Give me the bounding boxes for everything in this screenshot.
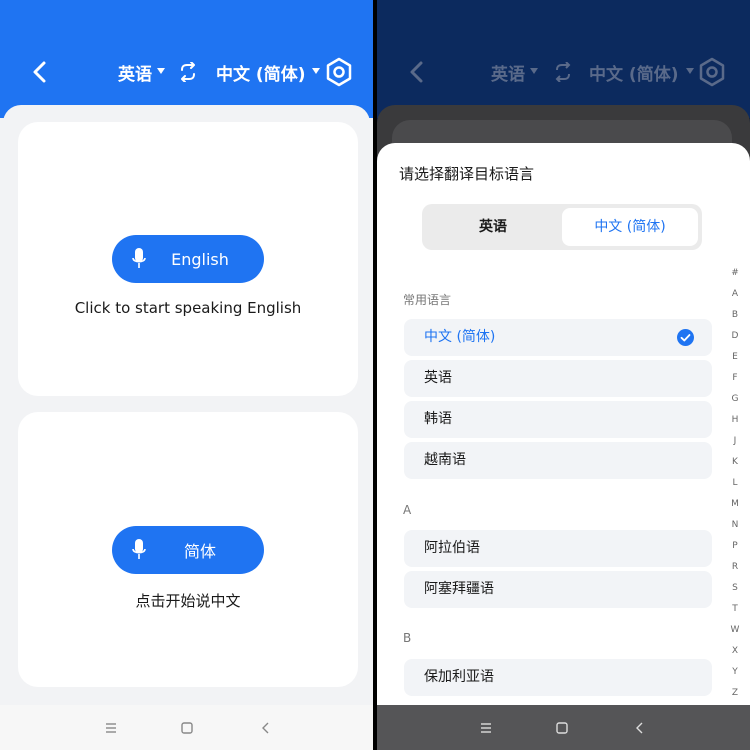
caret-down-icon[interactable] <box>312 68 320 74</box>
alphabet-index-letter[interactable]: N <box>728 515 742 536</box>
caret-down-icon[interactable] <box>157 68 165 74</box>
menu-icon[interactable] <box>102 719 120 737</box>
language-item-korean[interactable]: 韩语 <box>404 401 712 438</box>
target-language-selector[interactable]: 中文 (简体) <box>216 60 305 85</box>
alphabet-index-letter[interactable]: P <box>728 536 742 557</box>
language-item-arabic[interactable]: 阿拉伯语 <box>404 530 712 567</box>
segment-option-english[interactable]: 英语 <box>426 208 560 246</box>
alphabet-index-letter[interactable]: D <box>728 326 742 347</box>
language-item-vietnamese[interactable]: 越南语 <box>404 442 712 479</box>
chinese-input-card: 简体 点击开始说中文 <box>18 412 358 687</box>
source-language-selector[interactable]: 英语 <box>118 60 152 85</box>
menu-icon[interactable] <box>477 719 495 737</box>
section-label-common: 常用语言 <box>403 293 452 307</box>
alphabet-index-letter[interactable]: L <box>728 473 742 494</box>
language-item-label: 保加利亚语 <box>424 669 494 685</box>
source-language-selector: 英语 <box>491 65 525 85</box>
alphabet-index-letter[interactable]: M <box>728 494 742 515</box>
dimmed-header: 英语 中文 (简体) <box>377 0 750 118</box>
header: 英语 中文 (简体) <box>0 0 373 118</box>
back-icon[interactable] <box>631 719 649 737</box>
system-navbar <box>377 705 750 750</box>
language-item-label: 中文 (简体) <box>424 329 496 345</box>
language-picker-screen: 英语 中文 (简体) 请选择翻译目标语言 英语 中文 (简体) 常用语言 中文 … <box>377 0 750 750</box>
caret-down-icon <box>530 68 538 74</box>
language-item-english[interactable]: 英语 <box>404 360 712 397</box>
language-item-azerbaijani[interactable]: 阿塞拜疆语 <box>404 571 712 608</box>
alphabet-index-letter[interactable]: E <box>728 347 742 368</box>
translator-screen: 英语 中文 (简体) English Click to start speaki… <box>0 0 373 750</box>
alphabet-index-letter[interactable]: H <box>728 410 742 431</box>
language-picker-sheet: 请选择翻译目标语言 英语 中文 (简体) 常用语言 中文 (简体) 英语 韩语 … <box>377 143 750 705</box>
segment-option-chinese[interactable]: 中文 (简体) <box>562 208 698 246</box>
chinese-hint: 点击开始说中文 <box>135 592 241 610</box>
alphabet-index-letter[interactable]: R <box>728 557 742 578</box>
language-segment-control: 英语 中文 (简体) <box>422 204 702 250</box>
language-item-chinese-simplified[interactable]: 中文 (简体) <box>404 319 712 356</box>
settings-icon <box>699 57 725 87</box>
speak-chinese-label: 简体 <box>183 542 216 561</box>
swap-icon <box>555 62 571 82</box>
alphabet-index-letter[interactable]: G <box>728 389 742 410</box>
alphabet-index-letter[interactable]: T <box>728 599 742 620</box>
sheet-title: 请选择翻译目标语言 <box>399 165 535 183</box>
section-label-b: B <box>403 631 412 645</box>
speak-english-label: English <box>171 249 229 269</box>
alphabet-index-letter[interactable]: F <box>728 368 742 389</box>
speak-chinese-button[interactable]: 简体 <box>112 526 264 574</box>
alphabet-index-letter[interactable]: Y <box>728 662 742 683</box>
language-item-label: 阿拉伯语 <box>424 540 480 556</box>
swap-icon[interactable] <box>177 62 199 82</box>
alphabet-index-letter[interactable]: A <box>728 284 742 305</box>
section-label-a: A <box>403 503 412 517</box>
settings-icon[interactable] <box>324 57 354 87</box>
english-input-card: English Click to start speaking English <box>18 122 358 396</box>
language-item-label: 越南语 <box>424 452 466 468</box>
alphabet-index-letter[interactable]: J <box>728 431 742 452</box>
system-navbar <box>0 705 373 750</box>
alphabet-index-letter[interactable]: K <box>728 452 742 473</box>
alphabet-index-letter[interactable]: B <box>728 305 742 326</box>
check-circle-icon <box>677 329 694 346</box>
alphabet-index-letter[interactable]: X <box>728 641 742 662</box>
home-icon[interactable] <box>178 719 196 737</box>
speak-english-button[interactable]: English <box>112 235 264 283</box>
alphabet-index-letter[interactable]: S <box>728 578 742 599</box>
language-item-label: 阿塞拜疆语 <box>424 581 494 597</box>
language-item-label: 韩语 <box>424 411 452 427</box>
alphabet-index: # A B D E F G H J K L M N P R S T W X Y … <box>728 263 742 704</box>
back-arrow-icon[interactable] <box>26 58 54 86</box>
alphabet-index-letter[interactable]: # <box>728 263 742 284</box>
language-item-label: 英语 <box>424 370 452 386</box>
alphabet-index-letter[interactable]: Z <box>728 683 742 704</box>
english-hint: Click to start speaking English <box>74 299 302 317</box>
caret-down-icon <box>686 68 694 74</box>
home-icon[interactable] <box>553 719 571 737</box>
back-arrow-icon <box>410 61 423 83</box>
language-item-bulgarian[interactable]: 保加利亚语 <box>404 659 712 696</box>
target-language-selector: 中文 (简体) <box>589 65 679 85</box>
back-icon[interactable] <box>257 719 275 737</box>
alphabet-index-letter[interactable]: W <box>728 620 742 641</box>
